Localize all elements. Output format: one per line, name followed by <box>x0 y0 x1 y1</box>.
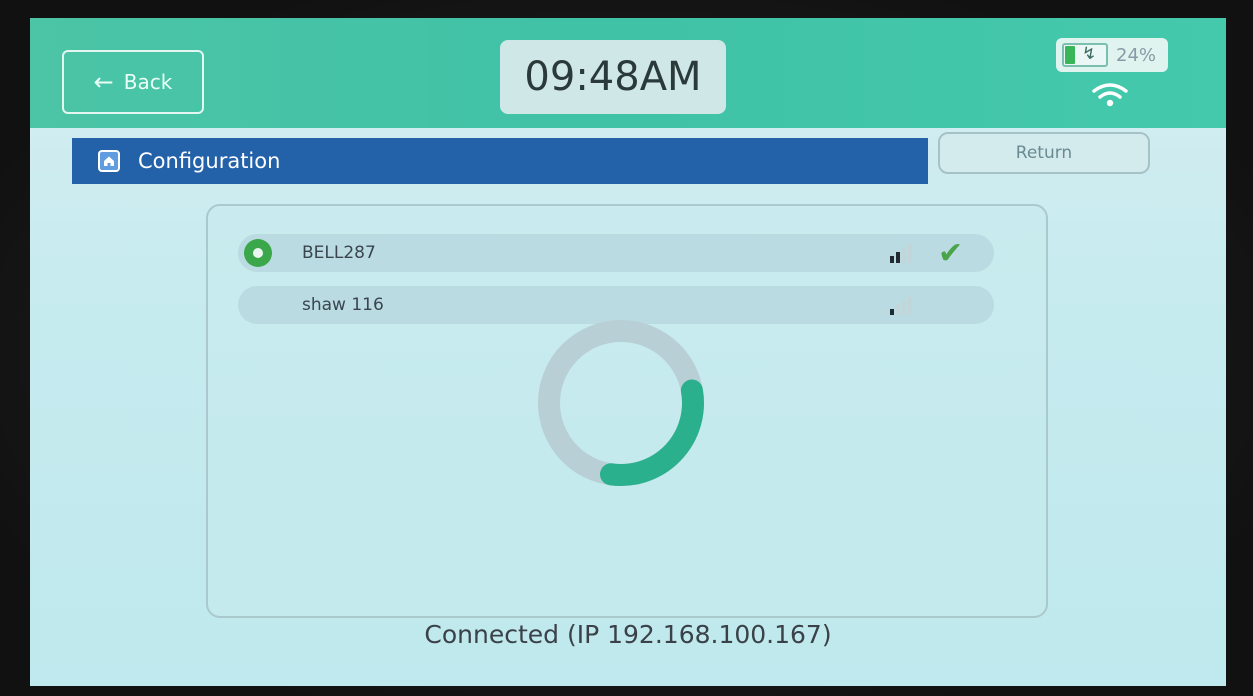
device-screen: ← Back 09:48AM ↯ 24% Configuration Retur… <box>30 18 1226 686</box>
signal-strength-icon <box>890 243 912 263</box>
home-icon <box>98 150 120 172</box>
connection-status: Connected (IP 192.168.100.167) <box>424 620 832 649</box>
signal-strength-icon <box>890 295 912 315</box>
back-button[interactable]: ← Back <box>62 50 204 114</box>
back-button-label: Back <box>123 70 173 94</box>
return-button[interactable]: Return <box>938 132 1150 174</box>
page-title: Configuration <box>138 149 281 173</box>
battery-percent: 24% <box>1116 44 1157 66</box>
network-name: shaw 116 <box>302 295 384 315</box>
page-title-bar: Configuration <box>72 138 928 184</box>
loading-spinner <box>538 320 704 486</box>
wifi-icon <box>1092 83 1128 107</box>
clock: 09:48AM <box>500 40 726 114</box>
battery-charging-icon: ↯ <box>1062 43 1108 67</box>
back-arrow-icon: ← <box>93 68 114 96</box>
network-row[interactable]: BELL287 <box>238 234 994 272</box>
top-bar: ← Back 09:48AM ↯ 24% <box>30 18 1226 128</box>
network-name: BELL287 <box>302 243 376 263</box>
battery-indicator: ↯ 24% <box>1056 38 1168 72</box>
network-radio-selected[interactable] <box>244 239 272 267</box>
connected-check-icon: ✔ <box>938 236 964 271</box>
